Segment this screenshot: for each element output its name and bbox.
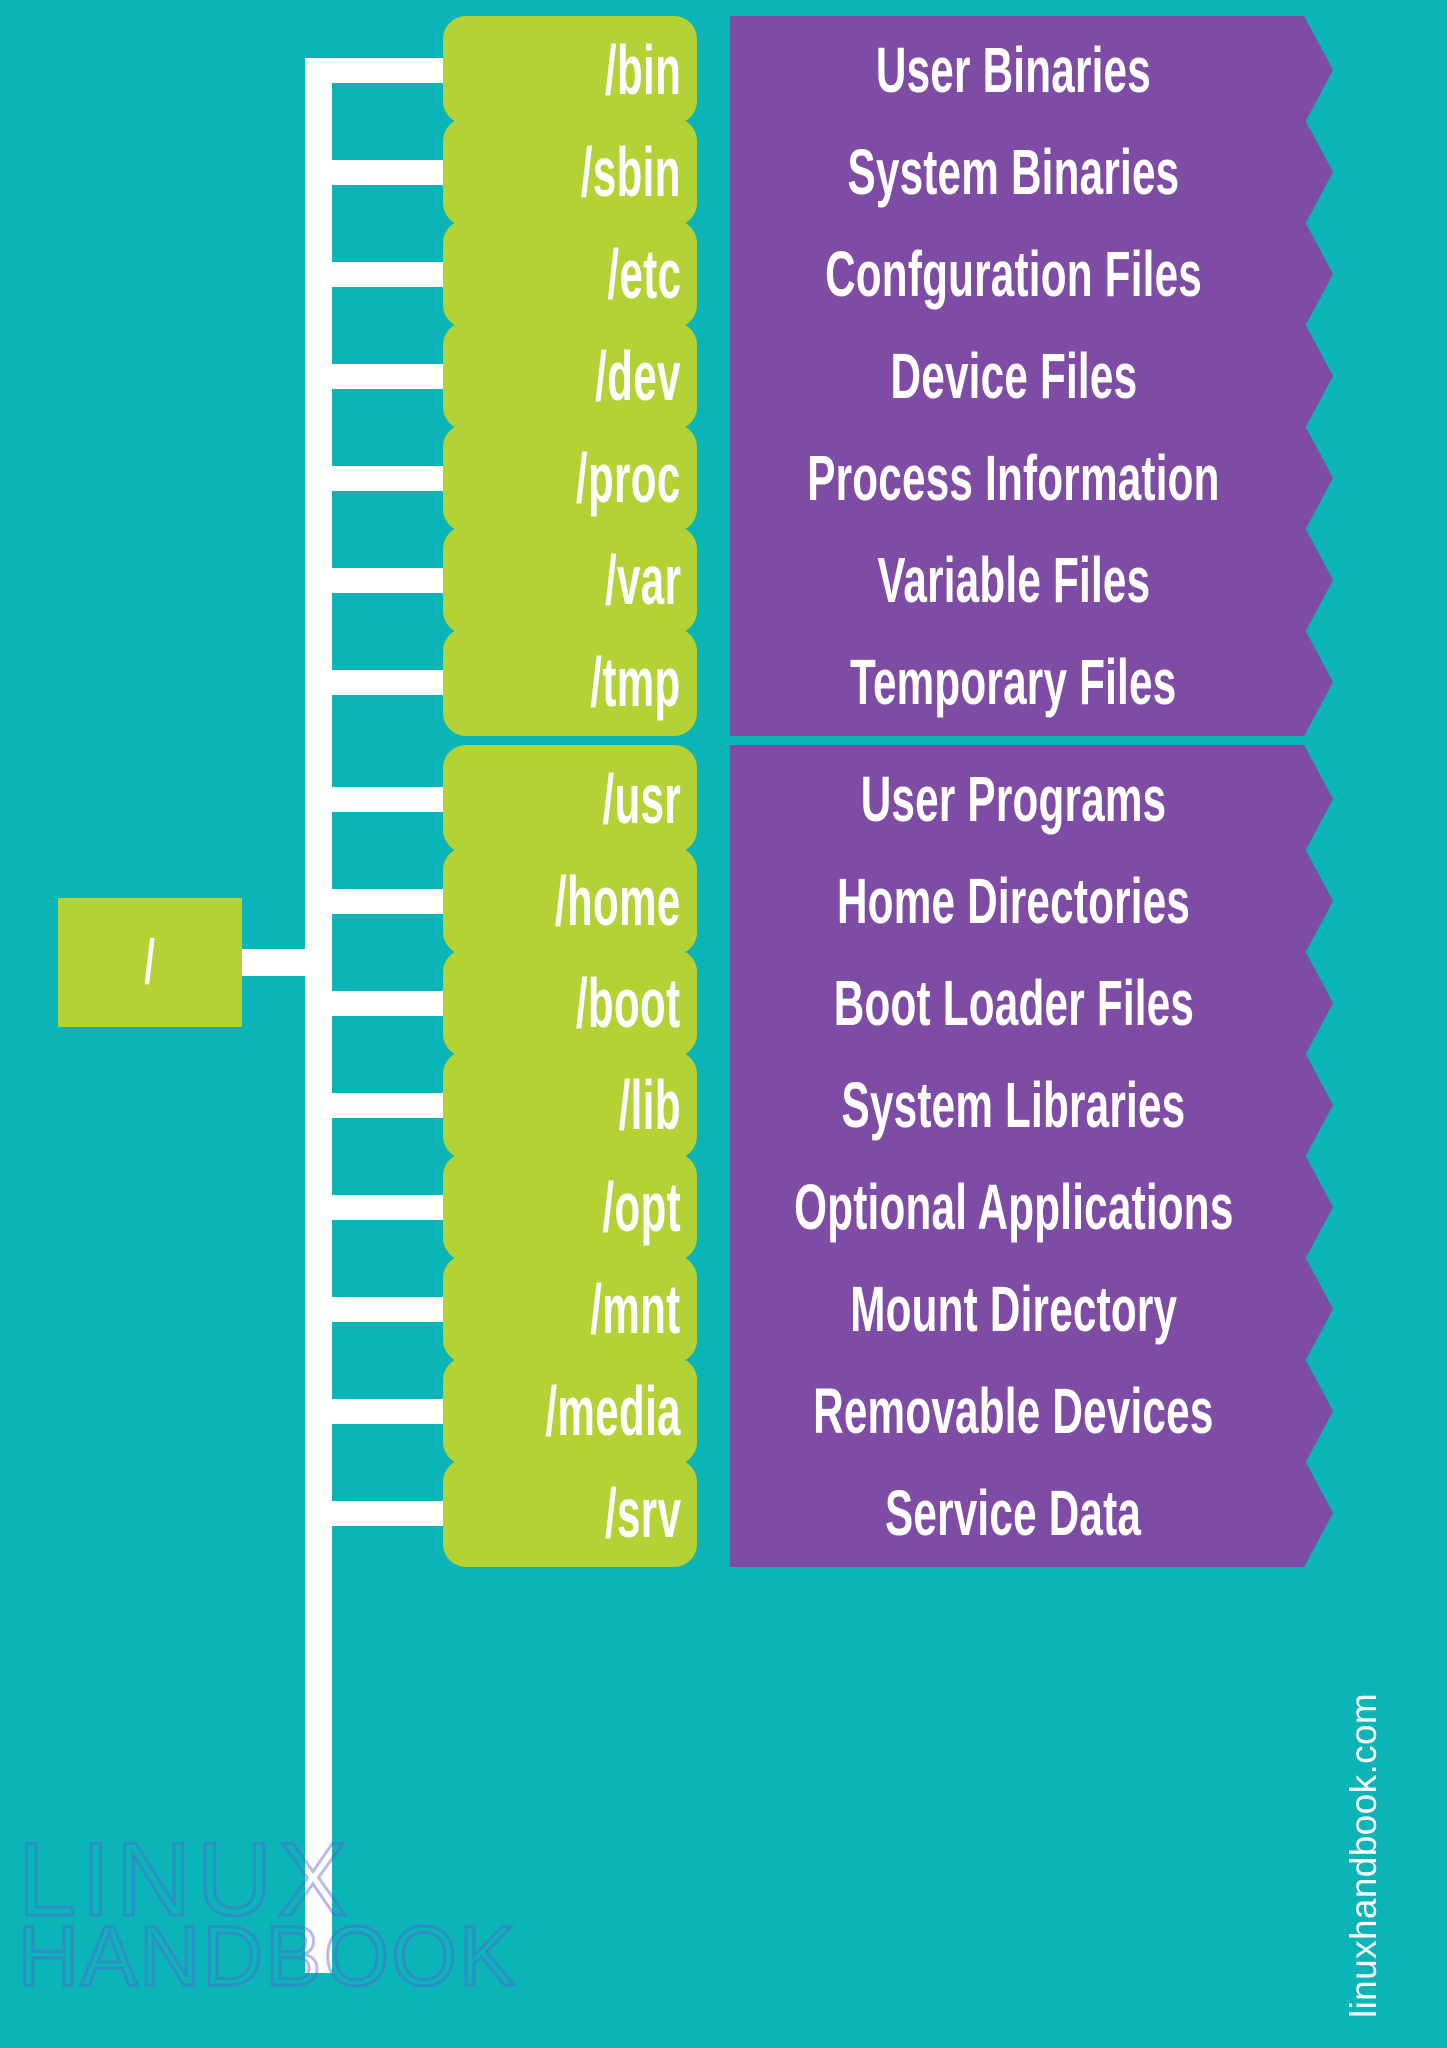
tree-row: /lib System Libraries [0,1051,1447,1159]
directory-description-label: Optional Applications [793,1171,1234,1243]
directory-node-label: /bin [604,31,681,109]
directory-node-usr[interactable]: /usr [443,745,697,853]
tree-row: /opt Optional Applications [0,1153,1447,1261]
tree-row: /etc Confguration Files [0,220,1447,328]
directory-description-bin[interactable]: User Binaries [730,16,1333,124]
directory-description-srv[interactable]: Service Data [730,1459,1333,1567]
directory-node-label: /home [555,862,681,940]
directory-node-label: /tmp [590,643,681,721]
directory-description-etc[interactable]: Confguration Files [730,220,1333,328]
directory-description-label: User Programs [860,763,1167,835]
directory-node-lib[interactable]: /lib [443,1051,697,1159]
directory-description-label: System Libraries [841,1069,1186,1141]
tree-row: /home Home Directories [0,847,1447,955]
directory-node-bin[interactable]: /bin [443,16,697,124]
directory-node-label: /proc [576,439,681,517]
directory-description-label: Variable Files [877,544,1150,616]
directory-node-proc[interactable]: /proc [443,424,697,532]
directory-node-tmp[interactable]: /tmp [443,628,697,736]
watermark-line-linux: LINUX [17,1822,353,1938]
directory-description-mnt[interactable]: Mount Directory [730,1255,1333,1363]
tree-row: /sbin System Binaries [0,118,1447,226]
directory-description-label: Home Directories [836,865,1191,937]
directory-description-opt[interactable]: Optional Applications [730,1153,1333,1261]
filesystem-hierarchy-diagram: / /bin User Binaries/sbin System Binaries /… [0,0,1447,2048]
directory-node-label: /lib [618,1066,681,1144]
directory-description-label: System Binaries [847,136,1180,208]
directory-node-label: /boot [576,964,681,1042]
tree-row: /media Removable Devices [0,1357,1447,1465]
directory-node-home[interactable]: /home [443,847,697,955]
directory-description-usr[interactable]: User Programs [730,745,1333,853]
directory-node-label: /usr [602,760,681,838]
directory-node-label: /etc [606,235,681,313]
directory-description-media[interactable]: Removable Devices [730,1357,1333,1465]
directory-node-label: /opt [602,1168,681,1246]
directory-node-mnt[interactable]: /mnt [443,1255,697,1363]
tree-row: /usr User Programs [0,745,1447,853]
directory-node-srv[interactable]: /srv [443,1459,697,1567]
directory-description-label: Service Data [885,1477,1142,1549]
site-url-vertical: linuxhandbook.com [1343,1178,1399,2018]
directory-node-label: /srv [604,1474,681,1552]
directory-node-label: /dev [595,337,681,415]
directory-description-label: Boot Loader Files [833,967,1194,1039]
directory-node-label: /sbin [580,133,681,211]
directory-description-label: Removable Devices [813,1375,1214,1447]
directory-node-dev[interactable]: /dev [443,322,697,430]
directory-description-label: Process Information [807,442,1220,514]
directory-node-label: /media [545,1372,681,1450]
directory-description-label: Mount Directory [849,1273,1178,1345]
tree-row: /bin User Binaries [0,16,1447,124]
directory-node-etc[interactable]: /etc [443,220,697,328]
directory-description-label: Confguration Files [825,238,1202,310]
directory-description-boot[interactable]: Boot Loader Files [730,949,1333,1057]
directory-node-boot[interactable]: /boot [443,949,697,1057]
directory-node-sbin[interactable]: /sbin [443,118,697,226]
directory-description-lib[interactable]: System Libraries [730,1051,1333,1159]
directory-description-home[interactable]: Home Directories [730,847,1333,955]
directory-node-opt[interactable]: /opt [443,1153,697,1261]
directory-description-proc[interactable]: Process Information [730,424,1333,532]
directory-description-var[interactable]: Variable Files [730,526,1333,634]
tree-row: /srv Service Data [0,1459,1447,1567]
linux-handbook-watermark: LINUX HANDBOOK [17,1822,518,2008]
directory-description-tmp[interactable]: Temporary Files [730,628,1333,736]
tree-row: /tmp Temporary Files [0,628,1447,736]
tree-row: /proc Process Information [0,424,1447,532]
directory-description-dev[interactable]: Device Files [730,322,1333,430]
tree-row: /mnt Mount Directory [0,1255,1447,1363]
directory-node-label: /var [604,541,681,619]
tree-row: /dev Device Files [0,322,1447,430]
directory-description-sbin[interactable]: System Binaries [730,118,1333,226]
directory-description-label: User Binaries [875,34,1152,106]
watermark-line-handbook: HANDBOOK [17,1909,518,2003]
tree-row: /var Variable Files [0,526,1447,634]
directory-description-label: Device Files [890,340,1137,412]
directory-description-label: Temporary Files [850,646,1177,718]
directory-node-label: /mnt [590,1270,681,1348]
directory-node-var[interactable]: /var [443,526,697,634]
site-url-text: linuxhandbook.com [1343,1692,1384,2018]
directory-node-media[interactable]: /media [443,1357,697,1465]
tree-row: /boot Boot Loader Files [0,949,1447,1057]
